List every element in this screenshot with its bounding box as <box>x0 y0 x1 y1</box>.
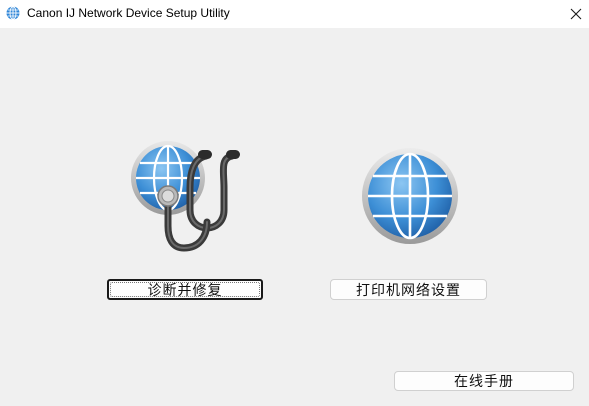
window-title: Canon IJ Network Device Setup Utility <box>27 6 230 20</box>
printer-network-settings-button[interactable]: 打印机网络设置 <box>330 279 487 300</box>
stethoscope-globe-icon[interactable] <box>128 138 244 254</box>
close-icon <box>570 8 581 20</box>
printer-network-settings-label: 打印机网络设置 <box>356 282 461 299</box>
app-window: Canon IJ Network Device Setup Utility 诊断… <box>0 0 589 406</box>
diagnose-repair-button[interactable]: 诊断并修复 <box>107 279 263 300</box>
globe-icon <box>6 6 20 20</box>
close-button[interactable] <box>562 0 589 28</box>
online-manual-label: 在线手册 <box>454 374 514 390</box>
online-manual-button[interactable]: 在线手册 <box>394 371 574 391</box>
diagnose-repair-label: 诊断并修复 <box>147 282 223 299</box>
title-bar: Canon IJ Network Device Setup Utility <box>0 0 589 28</box>
globe-icon[interactable] <box>360 146 460 246</box>
